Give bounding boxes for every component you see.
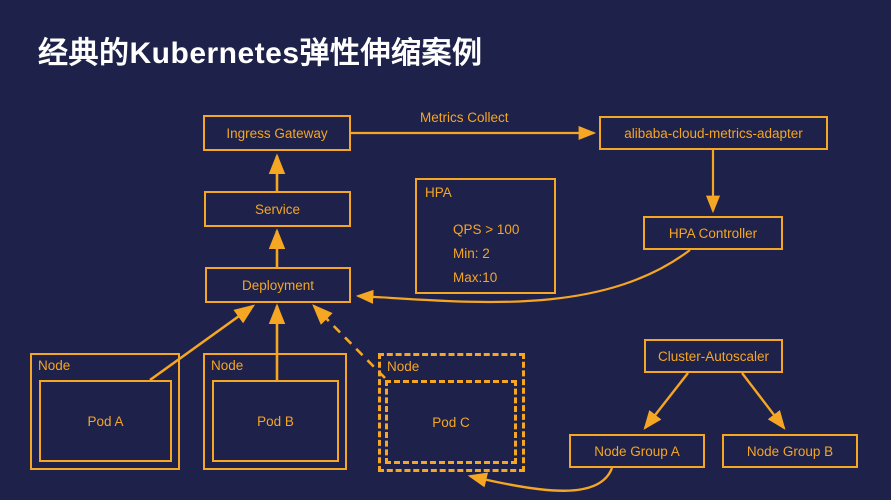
hpa-rule-max: Max:10 <box>453 270 498 285</box>
hpa-panel-lines: QPS > 100 Min: 2 Max:10 <box>453 218 519 290</box>
node-alibaba-cloud-metrics-adapter[interactable]: alibaba-cloud-metrics-adapter <box>599 116 828 150</box>
node-ingress-gateway[interactable]: Ingress Gateway <box>203 115 351 151</box>
container-node-a-label: Node <box>38 358 71 373</box>
container-node-c-label: Node <box>387 359 420 374</box>
node-hpa-controller[interactable]: HPA Controller <box>643 216 783 250</box>
node-pod-b[interactable]: Pod B <box>212 380 339 462</box>
container-node-b-label: Node <box>211 358 244 373</box>
node-deployment[interactable]: Deployment <box>205 267 351 303</box>
slide-canvas: 经典的Kubernetes弹性伸缩案例 Metrics Collect Ingr… <box>0 0 891 500</box>
edge-autoscaler-to-node-group-a <box>643 372 689 430</box>
node-node-group-b[interactable]: Node Group B <box>722 434 858 468</box>
node-cluster-autoscaler[interactable]: Cluster-Autoscaler <box>644 339 783 373</box>
node-service[interactable]: Service <box>204 191 351 227</box>
node-pod-c[interactable]: Pod C <box>385 380 517 464</box>
node-node-group-a[interactable]: Node Group A <box>569 434 705 468</box>
node-pod-a[interactable]: Pod A <box>39 380 172 462</box>
hpa-panel: HPA QPS > 100 Min: 2 Max:10 <box>415 178 556 294</box>
hpa-rule-qps: QPS > 100 <box>453 222 520 237</box>
hpa-rule-min: Min: 2 <box>453 246 490 261</box>
edge-label-metrics-collect: Metrics Collect <box>420 110 509 125</box>
hpa-panel-title: HPA <box>425 185 452 200</box>
edge-autoscaler-to-node-group-b <box>741 372 786 430</box>
